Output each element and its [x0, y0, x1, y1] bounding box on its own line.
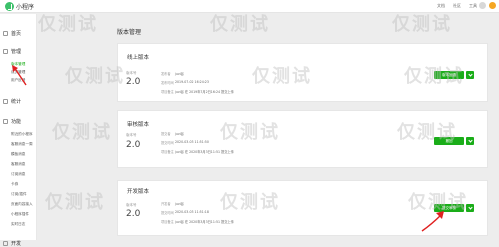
watermark: 仅测试 [65, 66, 125, 87]
review-version-card: 审核版本 版本号 2.0 提交者 juvi谷 提交时间 2020-03-03 1… [117, 110, 488, 168]
top-right-area [479, 2, 496, 9]
version-label: 版本号 [126, 203, 137, 207]
top-link-tools[interactable]: 工具 [469, 3, 477, 9]
info-key: 项目备注 [161, 150, 174, 154]
sidebar-item-feature[interactable]: 附近的小程序 [11, 132, 33, 137]
version-label: 版本号 [126, 71, 137, 75]
info-key: 项目备注 [161, 90, 174, 94]
rollback-button[interactable]: 版本回退 [434, 71, 464, 79]
info-value: 2019-07-02 16:24:23 [175, 80, 209, 84]
info-value: juvi谷 在 2020年3月3日11:51 提交上传 [175, 150, 234, 154]
version-number: 2.0 [126, 209, 141, 219]
top-links: 文档 社区 工具 [437, 3, 477, 9]
info-key: 项目备注 [161, 220, 174, 224]
chevron-down-icon[interactable] [466, 204, 474, 212]
version-number: 2.0 [126, 77, 141, 87]
watermark: 仅测试 [38, 14, 98, 35]
info-key: 提交时间 [161, 211, 174, 215]
version-label: 版本号 [126, 133, 137, 137]
info-key: 提交者 [161, 132, 171, 136]
sidebar-item-feature[interactable]: 卡券 [11, 182, 18, 187]
app-name: 小程序 [16, 4, 35, 11]
chevron-down-icon[interactable] [466, 137, 474, 145]
app-logo-icon[interactable] [5, 2, 14, 11]
watermark: 仅测试 [45, 192, 105, 213]
chart-icon [3, 99, 8, 104]
page-title: 版本管理 [117, 29, 142, 36]
sidebar-item-version-manage[interactable]: 版本管理 [11, 62, 25, 67]
info-value: juvi谷 在 2020年3月3日11:51 提交上传 [175, 220, 234, 224]
avatar[interactable] [489, 2, 496, 9]
info-value: 2020-03-03 11:51:50 [175, 140, 209, 144]
home-icon [3, 31, 8, 36]
notification-icon[interactable] [479, 2, 486, 9]
sidebar-item-stats[interactable]: 统计 [3, 98, 21, 105]
sidebar-item-feature[interactable]: 客服消息一周 [11, 142, 33, 147]
sidebar-item-manage[interactable]: 管理 [3, 48, 21, 55]
submit-review-button[interactable]: 提交审核 [434, 204, 464, 212]
sidebar-item-feature[interactable]: 模板消息 [11, 152, 25, 157]
sidebar: 首页 管理 版本管理 成员管理 用户反馈 统计 功能 附近的小程序 客服消息一周… [0, 14, 37, 247]
top-link-docs[interactable]: 文档 [437, 3, 445, 9]
online-version-card: 线上版本 版本号 2.0 发布者 juvi谷 发布时间 2019-07-02 1… [117, 43, 488, 102]
sidebar-item-dev[interactable]: 开发 [3, 240, 21, 247]
code-icon [3, 241, 8, 246]
card-title: 审核版本 [127, 122, 150, 128]
sidebar-item-feature[interactable]: 订阅/插件 [11, 192, 27, 197]
withdraw-button[interactable]: 撤回 [434, 137, 464, 145]
watermark: 仅测试 [210, 14, 270, 35]
info-value: juvi谷 [175, 202, 184, 206]
sidebar-item-home[interactable]: 首页 [3, 30, 21, 37]
info-value: juvi谷 [175, 72, 184, 76]
sidebar-item-feature[interactable]: 订阅消息 [11, 172, 25, 177]
card-title: 线上版本 [127, 55, 150, 61]
sidebar-item-feature[interactable]: 页面内容接入 [11, 202, 33, 207]
top-bar: 小程序 文档 社区 工具 [0, 0, 499, 13]
info-value: 2020-03-03 11:51:18 [175, 210, 209, 214]
chevron-down-icon[interactable] [466, 71, 474, 79]
version-number: 2.0 [126, 140, 141, 150]
dev-version-card: 开发版本 版本号 2.0 开发者 juvi谷 提交时间 2020-03-03 1… [117, 180, 488, 236]
sidebar-item-feature[interactable]: 客服消息 [11, 162, 25, 167]
sidebar-item-features[interactable]: 功能 [3, 118, 21, 125]
info-value: juvi谷 在 2019年7月2日16:24 提交上传 [175, 90, 234, 94]
watermark: 仅测试 [52, 122, 112, 143]
sidebar-item-feature[interactable]: 小程序插件 [11, 212, 29, 217]
folder-icon [3, 49, 8, 54]
info-key: 发布者 [161, 72, 171, 76]
gear-icon [3, 119, 8, 124]
sidebar-item-feedback[interactable]: 用户反馈 [11, 78, 25, 83]
sidebar-item-feature[interactable]: 实时日志 [11, 222, 25, 227]
info-key: 提交时间 [161, 141, 174, 145]
info-value: juvi谷 [175, 132, 184, 136]
watermark: 仅测试 [392, 14, 452, 35]
top-link-community[interactable]: 社区 [453, 3, 461, 9]
info-key: 发布时间 [161, 81, 174, 85]
info-key: 开发者 [161, 202, 171, 206]
card-title: 开发版本 [127, 189, 150, 195]
sidebar-item-member-manage[interactable]: 成员管理 [11, 70, 25, 75]
